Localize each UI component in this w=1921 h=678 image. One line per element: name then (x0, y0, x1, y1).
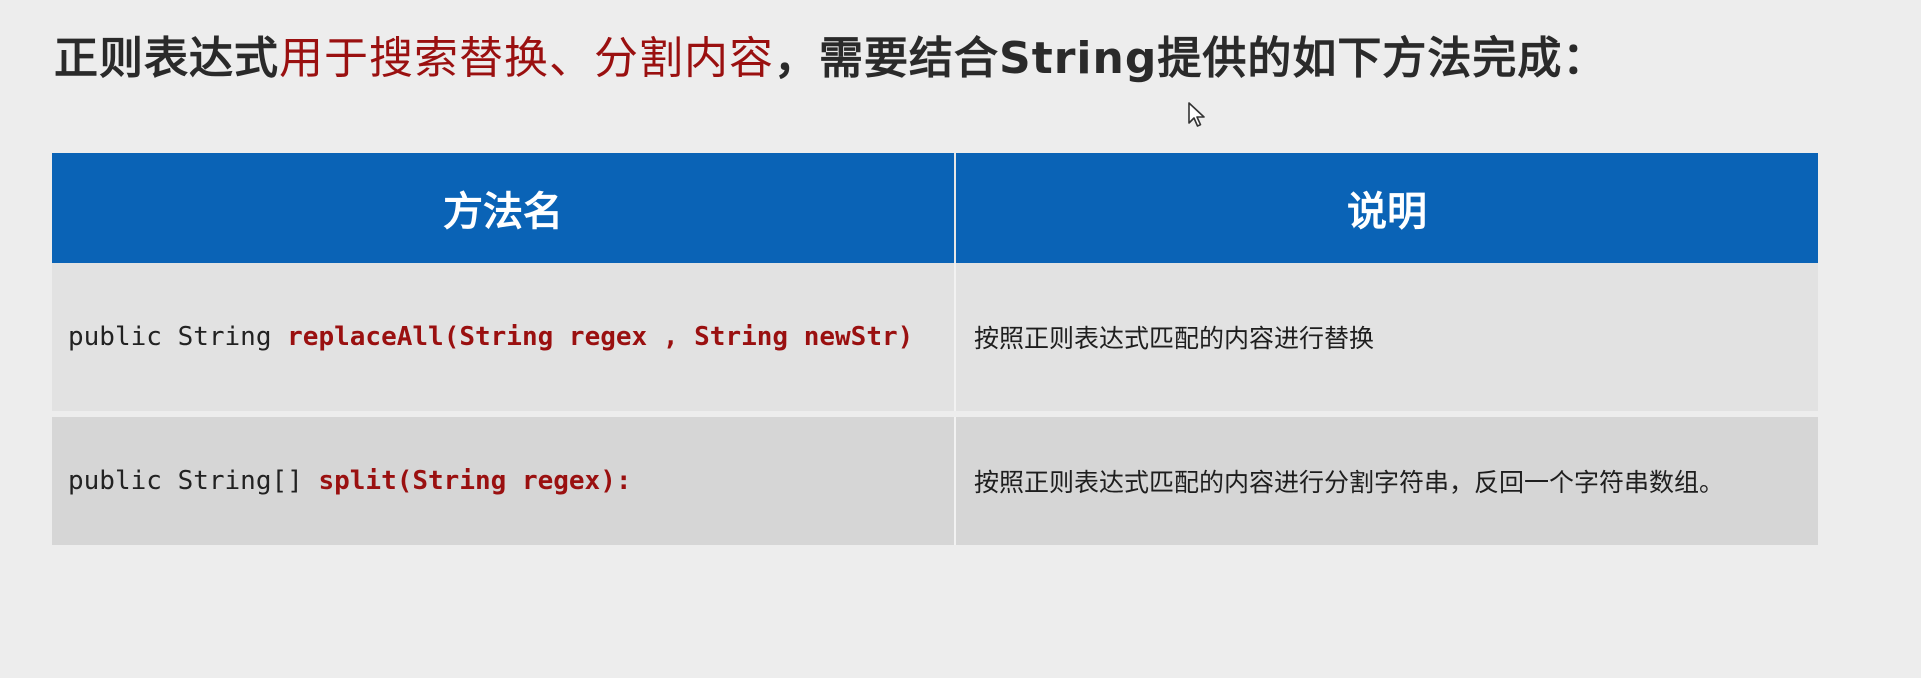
slide-heading: 正则表达式用于搜索替换、分割内容，需要结合String提供的如下方法完成： (54, 22, 1607, 86)
slide: 正则表达式用于搜索替换、分割内容，需要结合String提供的如下方法完成： 方法… (0, 0, 1921, 678)
header-description: 说明 (955, 153, 1818, 263)
method-signature: public String replaceAll(String regex , … (68, 322, 913, 352)
method-prefix: public String (68, 322, 288, 352)
table-row: public String replaceAll(String regex , … (52, 263, 1818, 414)
method-cell: public String[] split(String regex): (52, 411, 956, 545)
description-cell: 按照正则表达式匹配的内容进行分割字符串，反回一个字符串数组。 (955, 411, 1818, 545)
method-call: replaceAll(String regex , String newStr) (287, 322, 914, 352)
header-method-name: 方法名 (52, 153, 956, 263)
heading-part-2: ，需要结合String提供的如下方法完成： (774, 33, 1608, 84)
method-description: 按照正则表达式匹配的内容进行分割字符串，反回一个字符串数组。 (974, 468, 1725, 497)
table-row: public String[] split(String regex): 按照正… (52, 411, 1818, 545)
method-description: 按照正则表达式匹配的内容进行替换 (974, 324, 1375, 353)
heading-accent: 用于搜索替换、分割内容 (279, 33, 774, 84)
method-call: split(String regex): (318, 466, 632, 496)
method-prefix: public String[] (68, 466, 319, 496)
mouse-pointer-icon (1188, 102, 1205, 127)
heading-part-1: 正则表达式 (54, 33, 279, 84)
method-signature: public String[] split(String regex): (68, 466, 632, 496)
description-cell: 按照正则表达式匹配的内容进行替换 (955, 263, 1818, 414)
methods-table: 方法名 说明 public String replaceAll(String r… (52, 153, 1818, 545)
method-cell: public String replaceAll(String regex , … (52, 263, 956, 414)
table-header-row: 方法名 说明 (52, 153, 1818, 263)
